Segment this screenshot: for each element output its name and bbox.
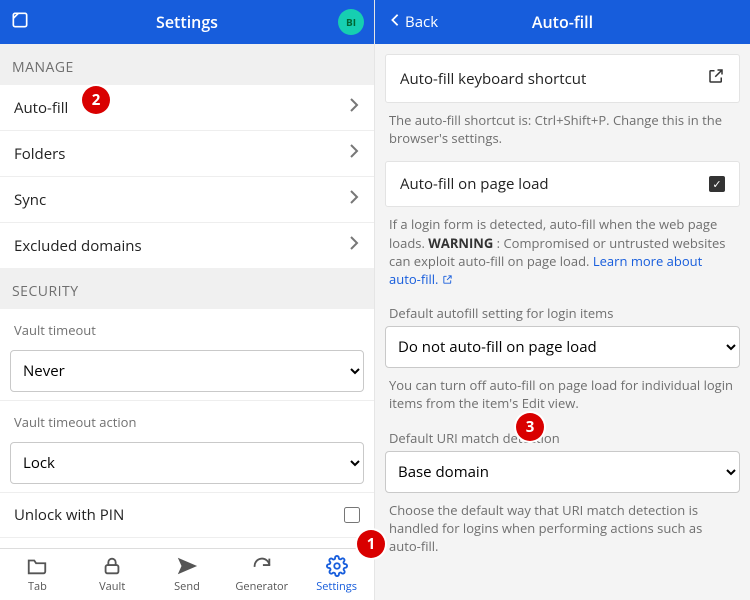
default-autofill-label: Default autofill setting for login items	[375, 292, 750, 326]
tab-tab[interactable]: Tab	[0, 549, 75, 600]
unlock-pin-checkbox[interactable]	[344, 507, 360, 523]
row-unlock-biometrics[interactable]: Unlock with biometrics	[0, 538, 374, 548]
avatar[interactable]: BI	[338, 9, 364, 35]
tab-generator[interactable]: Generator	[224, 549, 299, 600]
autofill-pane: Back Auto-fill Auto-fill keyboard shortc…	[375, 0, 750, 600]
row-unlock-pin[interactable]: Unlock with PIN	[0, 493, 374, 538]
tab-vault[interactable]: Vault	[75, 549, 150, 600]
chevron-right-icon	[348, 235, 360, 256]
row-label: Auto-fill on page load	[400, 174, 549, 194]
vault-timeout-action-label: Vault timeout action	[0, 401, 374, 436]
vault-timeout-label: Vault timeout	[0, 309, 374, 344]
folder-icon	[26, 555, 48, 577]
annotation-badge-2: 2	[82, 86, 110, 114]
default-autofill-help: You can turn off auto-fill on page load …	[375, 368, 750, 416]
default-autofill-select[interactable]: Do not auto-fill on page load	[385, 326, 740, 368]
warning-label: WARNING	[428, 234, 493, 252]
lock-icon	[101, 555, 123, 577]
settings-scroll: MANAGE Auto-fill Folders Sync Excluded d…	[0, 44, 374, 548]
settings-header: Settings BI	[0, 0, 374, 44]
autofill-scroll: Auto-fill keyboard shortcut The auto-fil…	[375, 44, 750, 600]
row-autofill[interactable]: Auto-fill	[0, 85, 374, 131]
row-label: Folders	[14, 144, 65, 164]
vault-timeout-select-wrap: Never	[0, 344, 374, 401]
refresh-icon	[251, 555, 273, 577]
chevron-right-icon	[348, 97, 360, 118]
send-icon	[176, 555, 198, 577]
uri-match-help: Choose the default way that URI match de…	[375, 493, 750, 560]
autofill-header: Back Auto-fill	[375, 0, 750, 44]
chevron-right-icon	[348, 189, 360, 210]
chevron-left-icon	[389, 12, 401, 32]
tab-label: Send	[174, 579, 200, 594]
back-label: Back	[405, 12, 438, 32]
row-label: Auto-fill keyboard shortcut	[400, 69, 586, 89]
tab-label: Generator	[235, 579, 288, 594]
row-label: Unlock with PIN	[14, 505, 124, 525]
pageload-help: If a login form is detected, auto-fill w…	[375, 207, 750, 292]
tab-settings[interactable]: Settings	[299, 549, 374, 600]
tab-label: Tab	[28, 579, 47, 594]
security-list: Vault timeout Never Vault timeout action…	[0, 309, 374, 548]
manage-list: Auto-fill Folders Sync Excluded domains	[0, 85, 374, 268]
section-manage-title: MANAGE	[0, 44, 374, 85]
annotation-badge-3: 3	[516, 413, 544, 441]
tab-label: Settings	[316, 579, 357, 594]
chevron-right-icon	[348, 143, 360, 164]
tab-label: Vault	[99, 579, 125, 594]
vault-timeout-action-select-wrap: Lock	[0, 436, 374, 493]
row-label: Excluded domains	[14, 236, 142, 256]
tab-send[interactable]: Send	[150, 549, 225, 600]
settings-pane: Settings BI MANAGE Auto-fill Folders Syn…	[0, 0, 375, 600]
shortcut-help: The auto-fill shortcut is: Ctrl+Shift+P.…	[375, 103, 750, 151]
row-excluded-domains[interactable]: Excluded domains	[0, 223, 374, 268]
annotation-badge-1: 1	[357, 530, 385, 558]
settings-title: Settings	[0, 11, 374, 33]
tab-bar: Tab Vault Send Generator Settings	[0, 548, 374, 600]
uri-match-label: Default URI match detection	[375, 417, 750, 451]
vault-timeout-action-select[interactable]: Lock	[10, 442, 364, 484]
row-sync[interactable]: Sync	[0, 177, 374, 223]
gear-icon	[326, 555, 348, 577]
vault-timeout-select[interactable]: Never	[10, 350, 364, 392]
row-keyboard-shortcut[interactable]: Auto-fill keyboard shortcut	[385, 54, 740, 103]
uri-match-select[interactable]: Base domain	[385, 451, 740, 493]
row-label: Sync	[14, 190, 46, 210]
checkbox-checked-icon[interactable]: ✓	[709, 176, 725, 192]
popout-icon[interactable]	[10, 10, 30, 35]
back-button[interactable]: Back	[385, 8, 442, 36]
external-link-icon	[707, 67, 725, 90]
row-folders[interactable]: Folders	[0, 131, 374, 177]
section-security-title: SECURITY	[0, 268, 374, 309]
row-pageload[interactable]: Auto-fill on page load ✓	[385, 161, 740, 207]
row-label: Auto-fill	[14, 98, 68, 118]
